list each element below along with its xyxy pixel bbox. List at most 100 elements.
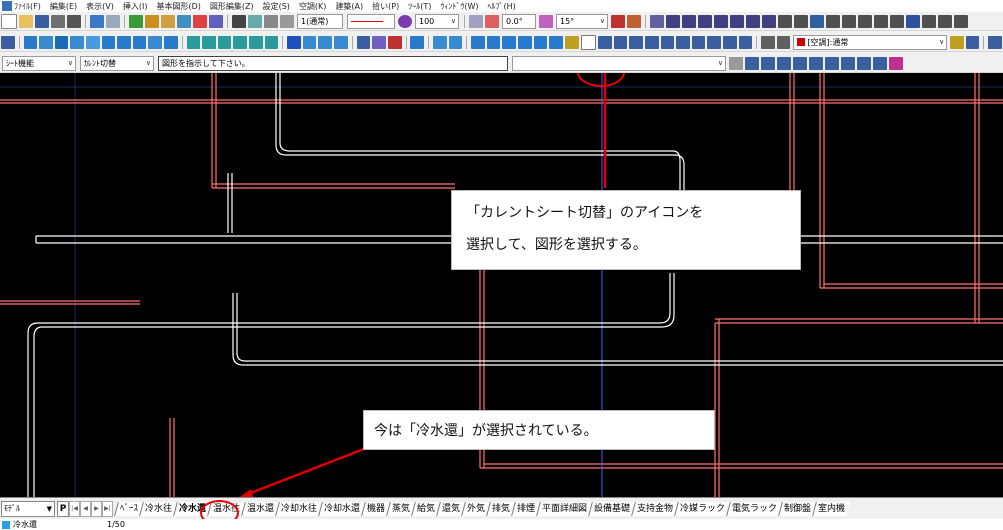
layer-lock-icon[interactable] bbox=[161, 14, 175, 28]
break-icon[interactable] bbox=[217, 35, 232, 49]
ortho-icon[interactable] bbox=[264, 14, 278, 28]
snap-node-icon[interactable] bbox=[857, 56, 871, 70]
hvac-calc-icon[interactable] bbox=[965, 35, 980, 49]
align-icon[interactable] bbox=[471, 35, 485, 49]
snap-off-icon[interactable] bbox=[889, 56, 903, 70]
fillet-icon[interactable] bbox=[627, 14, 641, 28]
menu-takeoff[interactable]: 拾い(P) bbox=[372, 1, 399, 12]
sheet-order-icon[interactable] bbox=[660, 35, 675, 49]
sheet-prop-icon[interactable] bbox=[629, 35, 643, 49]
ellipse-icon[interactable] bbox=[714, 14, 728, 28]
next-tab-icon[interactable]: ▶ bbox=[91, 501, 102, 517]
extend-icon[interactable] bbox=[202, 35, 216, 49]
align3-icon[interactable] bbox=[502, 35, 517, 49]
duct-size-icon[interactable] bbox=[776, 35, 791, 49]
line-icon[interactable] bbox=[666, 14, 680, 28]
mic-icon[interactable] bbox=[729, 56, 743, 70]
menu-tools[interactable]: ﾂｰﾙ(T) bbox=[408, 1, 431, 12]
menu-file[interactable]: ﾌｧｲﾙ(F) bbox=[14, 1, 41, 12]
route-icon[interactable] bbox=[874, 14, 888, 28]
height-icon[interactable] bbox=[448, 35, 463, 49]
snap-near-icon[interactable] bbox=[825, 56, 839, 70]
view-icon[interactable] bbox=[209, 14, 223, 28]
sheet-show-icon[interactable] bbox=[691, 35, 706, 49]
sheet-tab[interactable]: 電気ラック bbox=[726, 502, 783, 516]
sheet-move-icon[interactable] bbox=[598, 35, 612, 49]
layer-icon[interactable] bbox=[129, 14, 143, 28]
menu-settings[interactable]: 設定(S) bbox=[263, 1, 290, 12]
connect-icon[interactable] bbox=[906, 14, 920, 28]
align2-icon[interactable] bbox=[486, 35, 501, 49]
menu-view[interactable]: 表示(V) bbox=[86, 1, 114, 12]
hvac-setting-icon[interactable] bbox=[950, 35, 964, 49]
open-folder-icon[interactable] bbox=[19, 14, 33, 28]
angle-icon[interactable] bbox=[539, 14, 553, 28]
snap-mid-icon[interactable] bbox=[761, 56, 775, 70]
minus-icon[interactable] bbox=[922, 14, 936, 28]
stretch-icon[interactable] bbox=[264, 35, 279, 49]
target-icon[interactable] bbox=[356, 35, 371, 49]
align4-icon[interactable] bbox=[518, 35, 532, 49]
menu-insert[interactable]: 挿入(I) bbox=[123, 1, 148, 12]
layer-setting-icon[interactable] bbox=[177, 14, 191, 28]
line2-icon[interactable] bbox=[954, 14, 968, 28]
rect-icon[interactable] bbox=[730, 14, 744, 28]
rotate-icon[interactable] bbox=[117, 35, 131, 49]
sheet-tab[interactable]: 制御盤 bbox=[778, 502, 817, 516]
offset2-icon[interactable] bbox=[485, 14, 499, 28]
mirror-icon[interactable] bbox=[132, 35, 147, 49]
angle-combo[interactable]: 15° ∨ bbox=[556, 13, 608, 29]
align6-icon[interactable] bbox=[549, 35, 563, 49]
snap-quad-icon[interactable] bbox=[873, 56, 887, 70]
sheet-tab[interactable]: 冷却水還 bbox=[318, 502, 365, 516]
dimension-icon[interactable] bbox=[746, 14, 760, 28]
fold-icon[interactable] bbox=[1, 35, 15, 49]
snap-cen-icon[interactable] bbox=[793, 56, 807, 70]
snap-icon[interactable] bbox=[248, 14, 262, 28]
sheet-tab[interactable]: 冷水往 bbox=[139, 502, 177, 516]
menu-edit[interactable]: 編集(E) bbox=[50, 1, 77, 12]
sheet-icon[interactable] bbox=[564, 35, 579, 49]
arc-icon[interactable] bbox=[611, 14, 625, 28]
filter-icon[interactable] bbox=[372, 35, 386, 49]
snap-int-icon[interactable] bbox=[777, 56, 791, 70]
first-tab-icon[interactable]: |◀ bbox=[69, 501, 80, 517]
spread-icon[interactable] bbox=[70, 35, 85, 49]
fitting-icon[interactable] bbox=[826, 14, 840, 28]
current-sheet-switch-icon[interactable] bbox=[580, 34, 597, 50]
area-icon[interactable] bbox=[334, 35, 348, 49]
copy-icon[interactable] bbox=[86, 35, 100, 49]
menu-window[interactable]: ｳｨﾝﾄﾞｳ(W) bbox=[440, 1, 478, 12]
print-icon[interactable] bbox=[67, 14, 81, 28]
view-box-icon[interactable] bbox=[54, 35, 69, 49]
snap-end-icon[interactable] bbox=[745, 56, 759, 70]
pipe-size-icon[interactable] bbox=[761, 35, 775, 49]
redo-icon[interactable] bbox=[106, 14, 120, 28]
array-icon[interactable] bbox=[164, 35, 178, 49]
sheet-tab[interactable]: 冷却水往 bbox=[275, 502, 322, 516]
leader-icon[interactable] bbox=[762, 14, 776, 28]
circle-icon[interactable] bbox=[698, 14, 712, 28]
sheet-tab[interactable]: 支持金物 bbox=[631, 502, 679, 516]
pipe-icon[interactable] bbox=[810, 14, 824, 28]
sheet-tab[interactable]: 冷媒ラック bbox=[674, 502, 731, 516]
prompt-field[interactable]: 図形を指示して下さい。 bbox=[158, 55, 508, 71]
chamfer-icon[interactable] bbox=[233, 35, 248, 49]
duct-icon[interactable] bbox=[794, 14, 808, 28]
sheet-tab[interactable]: 設備基礎 bbox=[588, 502, 636, 516]
sheet-list-icon[interactable] bbox=[644, 35, 659, 49]
offset-combo[interactable]: 0.0° bbox=[502, 13, 536, 29]
measure-icon[interactable] bbox=[318, 35, 333, 49]
offset-icon[interactable] bbox=[469, 14, 483, 28]
pen-value-combo[interactable]: 100 ∨ bbox=[415, 13, 459, 29]
snap-tan-icon[interactable] bbox=[841, 56, 855, 70]
last-tab-icon[interactable]: ▶| bbox=[102, 501, 113, 517]
move-icon[interactable] bbox=[101, 35, 116, 49]
trim-icon[interactable] bbox=[186, 35, 201, 49]
cross-icon[interactable] bbox=[938, 14, 952, 28]
match-icon[interactable] bbox=[302, 35, 317, 49]
hvac-combo[interactable]: [空調]:通常 ∨ bbox=[793, 34, 948, 50]
print-preview-icon[interactable] bbox=[51, 14, 65, 28]
table-icon[interactable] bbox=[280, 14, 294, 28]
sheet-lock-icon[interactable] bbox=[707, 35, 721, 49]
